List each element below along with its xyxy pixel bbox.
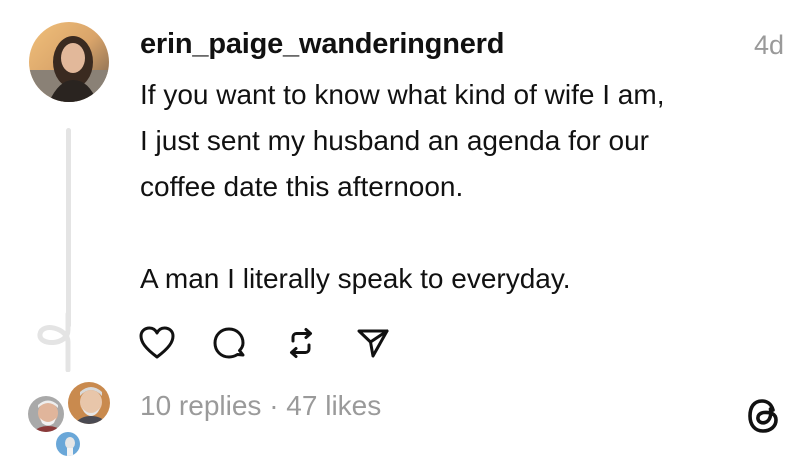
replier-avatar [66, 380, 112, 426]
threads-icon[interactable] [744, 396, 784, 436]
replies-count-link[interactable]: 10 replies [140, 390, 261, 421]
likes-count-link[interactable]: 47 likes [286, 390, 381, 421]
reply-avatar-stack[interactable] [24, 378, 114, 462]
share-button[interactable] [354, 324, 392, 362]
share-icon [357, 329, 389, 358]
repost-button[interactable] [282, 324, 320, 362]
post-line: coffee date this afternoon. [140, 171, 464, 202]
post-line: If you want to know what kind of wife I … [140, 79, 665, 110]
repost-icon [290, 328, 312, 358]
post-line: I just sent my husband an agenda for our [140, 125, 649, 156]
thread-post: erin_paige_wanderingnerd 4d If you want … [0, 0, 806, 474]
thread-loop-icon [37, 312, 71, 372]
stats-separator: · [269, 390, 287, 421]
post-body: If you want to know what kind of wife I … [140, 72, 790, 302]
post-timestamp: 4d [753, 30, 784, 60]
comment-icon [213, 327, 245, 359]
replier-avatar [26, 394, 66, 434]
replier-avatar [54, 430, 82, 458]
action-bar [138, 324, 426, 362]
reply-button[interactable] [210, 324, 248, 362]
heart-icon [139, 326, 175, 359]
author-avatar[interactable] [29, 22, 109, 102]
thread-connector-line [66, 128, 71, 328]
post-line: A man I literally speak to everyday. [140, 263, 571, 294]
post-stats: 10 replies · 47 likes [140, 390, 381, 422]
author-username[interactable]: erin_paige_wanderingnerd [140, 28, 504, 61]
like-button[interactable] [138, 324, 176, 362]
